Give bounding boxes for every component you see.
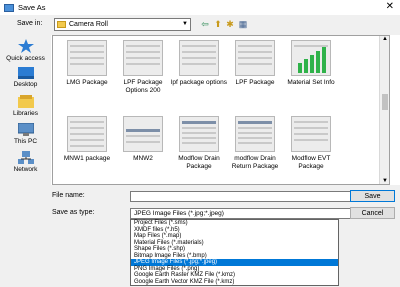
place-quick-access[interactable]: Quick access [0, 39, 51, 62]
file-name-input[interactable]: ▼ [130, 191, 358, 202]
file-item[interactable]: MNW1 package [57, 116, 117, 163]
scroll-down-icon[interactable]: ▼ [380, 178, 390, 184]
file-thumbnail [235, 40, 275, 76]
file-thumbnail [123, 40, 163, 76]
desktop-icon [17, 67, 34, 79]
file-item[interactable]: LPF Package [225, 40, 285, 87]
back-icon[interactable]: ⇦ [199, 18, 211, 30]
save-as-type-label: Save as type: [52, 209, 95, 216]
save-in-location: Camera Roll [69, 21, 108, 28]
place-label: This PC [13, 138, 38, 145]
file-item[interactable]: MNW2 [113, 116, 173, 163]
save-button[interactable]: Save [350, 190, 395, 202]
save-as-type-dropdown[interactable]: JPEG Image Files (*.jpg;*.jpeg) ▼ [130, 208, 358, 219]
place-libraries[interactable]: Libraries [0, 95, 51, 117]
save-as-type-value: JPEG Image Files (*.jpg;*.jpeg) [134, 210, 224, 217]
app-icon [4, 3, 14, 12]
star-icon [17, 39, 34, 53]
save-in-dropdown[interactable]: Camera Roll ▼ [54, 18, 191, 31]
file-thumbnail [67, 40, 107, 76]
window-title: Save As [18, 3, 46, 12]
place-label: Network [13, 166, 38, 173]
place-network[interactable]: Network [0, 151, 51, 173]
file-list[interactable]: LMG Package LPF Package Options 200 lpf … [52, 35, 390, 185]
title-bar: Save As ✕ [0, 0, 400, 15]
places-bar: Quick access Desktop Libraries This PC N… [0, 35, 51, 185]
file-item[interactable]: Modflow EVT Package [281, 116, 341, 171]
file-label: MNW1 package [63, 155, 111, 162]
file-thumbnail [67, 116, 107, 152]
file-thumbnail [291, 40, 331, 76]
save-in-label: Save in: [17, 20, 43, 27]
file-type-option[interactable]: Google Earth Vector KMZ File (*.kmz) [131, 279, 338, 286]
file-item[interactable]: Material Set Info [281, 40, 341, 87]
file-label: LPF Package Options 200 [123, 79, 163, 94]
file-item[interactable]: modflow Drain Return Package [225, 116, 285, 171]
place-label: Quick access [6, 55, 45, 62]
file-label: MNW2 [133, 155, 153, 162]
file-thumbnail [179, 40, 219, 76]
file-label: lpf package options [170, 79, 227, 86]
file-label: LMG Package [66, 79, 108, 86]
file-label: LPF Package [235, 79, 275, 86]
place-this-pc[interactable]: This PC [0, 123, 51, 145]
place-label: Libraries [13, 110, 38, 117]
cancel-button[interactable]: Cancel [350, 207, 395, 219]
file-thumbnail [291, 116, 331, 152]
close-button[interactable]: ✕ [386, 1, 394, 13]
place-desktop[interactable]: Desktop [0, 67, 51, 88]
scroll-up-icon[interactable]: ▲ [380, 36, 390, 42]
folder-icon [57, 21, 66, 28]
computer-icon [17, 123, 34, 136]
scrollbar-thumb[interactable] [382, 94, 388, 110]
vertical-scrollbar[interactable]: ▲ ▼ [379, 36, 389, 184]
file-item[interactable]: LPF Package Options 200 [113, 40, 173, 95]
place-label: Desktop [13, 81, 38, 88]
file-label: modflow Drain Return Package [231, 155, 279, 170]
file-item[interactable]: LMG Package [57, 40, 117, 87]
file-item[interactable]: Modflow Drain Package [169, 116, 229, 171]
file-label: Material Set Info [287, 79, 335, 86]
file-item[interactable]: lpf package options [169, 40, 229, 87]
file-thumbnail [235, 116, 275, 152]
file-name-label: File name: [52, 192, 85, 199]
file-type-list[interactable]: Project Files (*.sms) XMDF files (*.h5) … [130, 219, 339, 286]
view-menu-icon[interactable]: ▦ [237, 18, 249, 30]
network-icon [17, 151, 34, 164]
libraries-icon [17, 95, 34, 108]
up-folder-icon[interactable]: ⬆ [212, 18, 224, 30]
file-label: Modflow Drain Package [178, 155, 220, 170]
file-label: Modflow EVT Package [291, 155, 331, 170]
toolbar: Save in: Camera Roll ▼ ⇦ ⬆ ✱ ▦ [0, 15, 400, 35]
file-thumbnail [123, 116, 163, 152]
file-thumbnail [179, 116, 219, 152]
new-folder-icon[interactable]: ✱ [224, 18, 236, 30]
chevron-down-icon: ▼ [182, 21, 188, 27]
